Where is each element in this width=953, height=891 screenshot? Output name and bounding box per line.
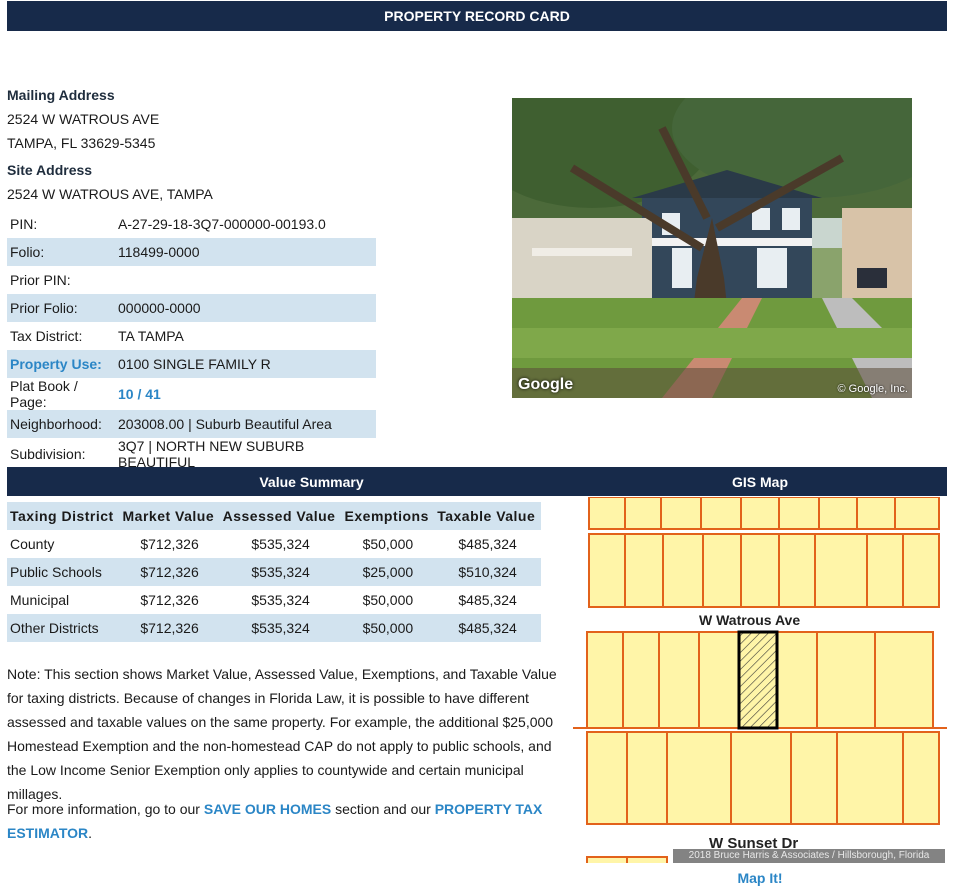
save-our-homes-link[interactable]: SAVE OUR HOMES: [204, 801, 331, 817]
plat-book-link[interactable]: 10 / 41: [118, 386, 161, 402]
market-value: $712,326: [140, 592, 199, 608]
map-it-link[interactable]: Map It!: [737, 870, 782, 886]
google-logo: Google: [518, 376, 574, 393]
taxable-value: $485,324: [434, 614, 541, 642]
value-summary-header: Value Summary: [7, 467, 616, 496]
district-name: County: [10, 536, 55, 552]
info-row-subdivision: Subdivision: 3Q7 | NORTH NEW SUBURB BEAU…: [7, 438, 376, 470]
exemptions: $25,000: [341, 558, 435, 586]
assessed-value: $535,324: [219, 558, 342, 586]
info-key: Tax District:: [7, 322, 115, 350]
gis-map-header: GIS Map: [573, 467, 947, 496]
col-header: Exemptions: [341, 502, 435, 530]
taxable-value: $485,324: [458, 592, 517, 608]
value-note: Note: This section shows Market Value, A…: [7, 666, 557, 802]
info-key: Subdivision:: [7, 438, 115, 470]
info-value: [115, 266, 376, 294]
info-key: Plat Book / Page:: [7, 378, 115, 410]
info-row-prior-folio: Prior Folio: 000000-0000: [7, 294, 376, 322]
info-key: Prior PIN:: [7, 266, 115, 294]
info-row-plat-book: Plat Book / Page: 10 / 41: [7, 378, 376, 410]
info-row-neighborhood: Neighborhood: 203008.00 | Suburb Beautif…: [7, 410, 376, 438]
info-row-pin: PIN: A-27-29-18-3Q7-000000-00193.0: [7, 210, 376, 238]
info-key: Neighborhood:: [7, 410, 115, 438]
district-name: Other Districts: [7, 614, 120, 642]
mailing-address-line2: TAMPA, FL 33629-5345: [7, 135, 156, 151]
site-address-label: Site Address: [7, 162, 93, 178]
market-value: $712,326: [140, 536, 199, 552]
info-value: 0100 SINGLE FAMILY R: [115, 350, 376, 378]
info-value: A-27-29-18-3Q7-000000-00193.0: [115, 210, 376, 238]
info-value: 3Q7 | NORTH NEW SUBURB BEAUTIFUL: [115, 438, 376, 470]
info-row-property-use: Property Use: 0100 SINGLE FAMILY R: [7, 350, 376, 378]
table-row: County $712,326 $535,324 $50,000 $485,32…: [7, 530, 541, 558]
property-use-link[interactable]: Property Use:: [10, 356, 102, 372]
gis-map-parcels: [573, 497, 947, 863]
more-info-middle: section and our: [331, 801, 435, 817]
assessed-value: $535,324: [219, 614, 342, 642]
info-row-prior-pin: Prior PIN:: [7, 266, 376, 294]
col-header: Assessed Value: [219, 502, 342, 530]
info-key: Prior Folio:: [7, 294, 115, 322]
photo-copyright: © Google, Inc.: [837, 383, 908, 395]
property-photo-image: [512, 98, 912, 398]
page-title: PROPERTY RECORD CARD: [7, 1, 947, 31]
info-row-tax-district: Tax District: TA TAMPA: [7, 322, 376, 350]
exemptions: $50,000: [362, 536, 414, 552]
more-info-prefix: For more information, go to our: [7, 801, 204, 817]
info-value: TA TAMPA: [115, 322, 376, 350]
table-row: Public Schools $712,326 $535,324 $25,000…: [7, 558, 541, 586]
info-value: 118499-0000: [115, 238, 376, 266]
value-summary-table: Taxing District Market Value Assessed Va…: [7, 502, 541, 642]
info-value: 000000-0000: [115, 294, 376, 322]
property-info-table: PIN: A-27-29-18-3Q7-000000-00193.0 Folio…: [7, 210, 376, 470]
col-header: Taxing District: [7, 502, 120, 530]
street-label-watrous: W Watrous Ave: [699, 612, 801, 628]
district-name: Municipal: [10, 592, 70, 608]
mailing-address-label: Mailing Address: [7, 87, 115, 103]
table-row: Other Districts $712,326 $535,324 $50,00…: [7, 614, 541, 642]
market-value: $712,326: [119, 558, 220, 586]
map-credit: 2018 Bruce Harris & Associates / Hillsbo…: [673, 849, 945, 863]
info-row-folio: Folio: 118499-0000: [7, 238, 376, 266]
market-value: $712,326: [119, 614, 220, 642]
col-header: Taxable Value: [434, 502, 541, 530]
property-photo[interactable]: Google © Google, Inc.: [512, 98, 912, 398]
assessed-value: $535,324: [251, 592, 310, 608]
mailing-address-line1: 2524 W WATROUS AVE: [7, 111, 160, 127]
taxable-value: $485,324: [458, 536, 517, 552]
taxable-value: $510,324: [434, 558, 541, 586]
exemptions: $50,000: [362, 592, 414, 608]
value-summary-header-row: Taxing District Market Value Assessed Va…: [7, 502, 541, 530]
gis-map[interactable]: W Watrous Ave W Sunset Dr 2018 Bruce Har…: [573, 497, 947, 863]
assessed-value: $535,324: [251, 536, 310, 552]
info-key: PIN:: [7, 210, 115, 238]
exemptions: $50,000: [341, 614, 435, 642]
info-key: Folio:: [7, 238, 115, 266]
more-info-suffix: .: [88, 825, 93, 841]
more-info: For more information, go to our SAVE OUR…: [7, 797, 567, 845]
table-row: Municipal $712,326 $535,324 $50,000 $485…: [7, 586, 541, 614]
district-name: Public Schools: [7, 558, 120, 586]
site-address-line1: 2524 W WATROUS AVE, TAMPA: [7, 186, 213, 202]
col-header: Market Value: [119, 502, 220, 530]
info-value: 203008.00 | Suburb Beautiful Area: [115, 410, 376, 438]
